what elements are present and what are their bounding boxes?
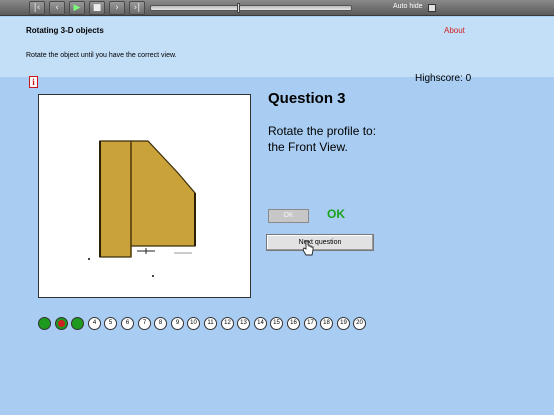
question-dot[interactable]: 7 <box>138 317 151 330</box>
stop-icon[interactable]: ■ <box>89 1 105 15</box>
page-title: Rotating 3-D objects <box>26 26 104 35</box>
question-dot[interactable]: 19 <box>337 317 350 330</box>
info-icon[interactable]: i <box>29 76 38 88</box>
question-dot[interactable]: 6 <box>121 317 134 330</box>
player-toolbar: |‹ ‹ ▶ ■ › ›| Auto hide <box>0 0 554 16</box>
prompt-line-1: Rotate the profile to: <box>268 124 377 138</box>
question-dot[interactable]: 15 <box>270 317 283 330</box>
object-right-profile <box>130 140 196 247</box>
feedback-text: OK <box>327 207 345 221</box>
instruction-text: Rotate the object until you have the cor… <box>26 52 177 59</box>
question-dot[interactable]: 18 <box>320 317 333 330</box>
highscore-text: Highscore: 0 <box>415 73 472 84</box>
seek-bar[interactable] <box>150 3 352 13</box>
question-dot[interactable]: 20 <box>353 317 366 330</box>
question-dot[interactable]: 17 <box>304 317 317 330</box>
question-dot[interactable] <box>71 317 84 330</box>
question-dot[interactable]: 12 <box>221 317 234 330</box>
question-dot[interactable]: 9 <box>171 317 184 330</box>
skip-end-icon[interactable]: ›| <box>129 1 145 15</box>
question-dot[interactable]: 5 <box>104 317 117 330</box>
question-dot[interactable]: 8 <box>154 317 167 330</box>
question-dot[interactable]: 10 <box>187 317 200 330</box>
autohide-checkbox[interactable] <box>428 4 436 12</box>
question-dot[interactable] <box>38 317 51 330</box>
next-question-button[interactable]: Next question <box>266 234 374 251</box>
about-link[interactable]: About <box>444 26 465 35</box>
question-dot[interactable]: 4 <box>88 317 101 330</box>
question-dot[interactable]: 16 <box>287 317 300 330</box>
object-dot <box>88 258 90 260</box>
rotatable-object[interactable] <box>39 95 250 297</box>
step-forward-icon[interactable]: › <box>109 1 125 15</box>
seek-thumb[interactable] <box>237 3 240 13</box>
autohide-label: Auto hide <box>393 3 423 10</box>
prompt-line-2: the Front View. <box>268 140 348 154</box>
skip-start-icon[interactable]: |‹ <box>29 1 45 15</box>
ok-button[interactable]: OK <box>268 209 309 223</box>
play-icon[interactable]: ▶ <box>69 1 85 15</box>
question-title: Question 3 <box>268 90 346 107</box>
question-dot[interactable]: 11 <box>204 317 217 330</box>
question-dot[interactable] <box>55 317 68 330</box>
object-left-slab <box>99 140 132 258</box>
hand-cursor-icon <box>302 240 314 256</box>
question-dot[interactable]: 13 <box>237 317 250 330</box>
object-viewer[interactable] <box>38 94 251 298</box>
question-prompt: Rotate the profile to: the Front View. <box>268 123 376 155</box>
object-dot <box>152 275 154 277</box>
question-dot[interactable]: 14 <box>254 317 267 330</box>
step-back-icon[interactable]: ‹ <box>49 1 65 15</box>
